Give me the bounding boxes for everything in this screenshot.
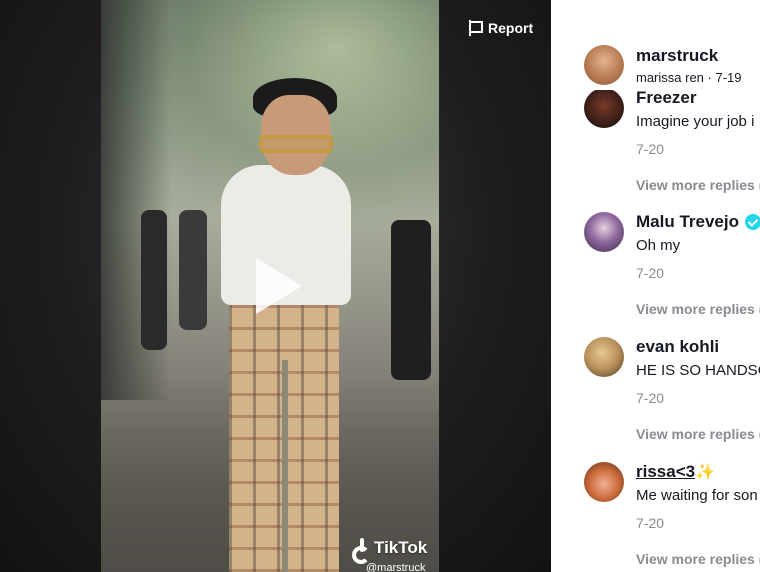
- avatar[interactable]: [584, 337, 624, 377]
- comment-username[interactable]: evan kohli: [636, 337, 719, 357]
- sparkle-icon: ✨: [695, 464, 716, 481]
- comment-text: HE IS SO HANDSO: [636, 362, 760, 379]
- view-more-replies-link[interactable]: View more replies (1: [636, 177, 760, 193]
- video-player[interactable]: TikTok @marstruck: [101, 0, 439, 572]
- view-more-replies-link[interactable]: View more replies (5: [636, 426, 760, 442]
- view-more-replies-link[interactable]: View more replies (7: [636, 551, 760, 567]
- video-subject-glasses: [259, 135, 333, 153]
- avatar[interactable]: [584, 212, 624, 252]
- tiktok-logo-icon: [352, 538, 370, 564]
- video-stage: TikTok @marstruck Report: [0, 0, 551, 572]
- background-person: [179, 210, 207, 330]
- author-username[interactable]: marstruck: [636, 46, 718, 66]
- author-avatar[interactable]: [584, 45, 624, 85]
- comment-username[interactable]: rissa<3: [636, 462, 695, 482]
- report-label: Report: [488, 20, 534, 36]
- author-header: marstruck marissa ren · 7-19: [551, 38, 760, 90]
- comments-panel[interactable]: Freezer Imagine your job i 7-20 View mor…: [551, 0, 760, 572]
- comment-date: 7-20: [636, 265, 665, 281]
- comment-text: Oh my: [636, 237, 681, 254]
- avatar[interactable]: [584, 88, 624, 128]
- comment-date: 7-20: [636, 141, 665, 157]
- view-more-replies-link[interactable]: View more replies (5: [636, 301, 760, 317]
- avatar[interactable]: [584, 462, 624, 502]
- verified-badge-icon: [744, 214, 760, 230]
- author-meta: marissa ren · 7-19: [636, 70, 742, 85]
- play-icon[interactable]: [256, 258, 302, 314]
- comment-date: 7-20: [636, 515, 665, 531]
- comment-username[interactable]: Freezer: [636, 88, 696, 108]
- background-person: [391, 220, 431, 380]
- comment-date: 7-20: [636, 390, 665, 406]
- watermark-username: @marstruck: [366, 562, 426, 572]
- comment-username[interactable]: Malu Trevejo: [636, 212, 739, 232]
- background-person: [141, 210, 167, 350]
- comment-text: Imagine your job i: [636, 113, 755, 130]
- flag-icon: [468, 20, 483, 36]
- comment-text: Me waiting for son: [636, 487, 758, 504]
- watermark-brand: TikTok: [374, 538, 428, 557]
- report-button[interactable]: Report: [468, 20, 533, 36]
- tiktok-watermark: TikTok: [352, 538, 428, 564]
